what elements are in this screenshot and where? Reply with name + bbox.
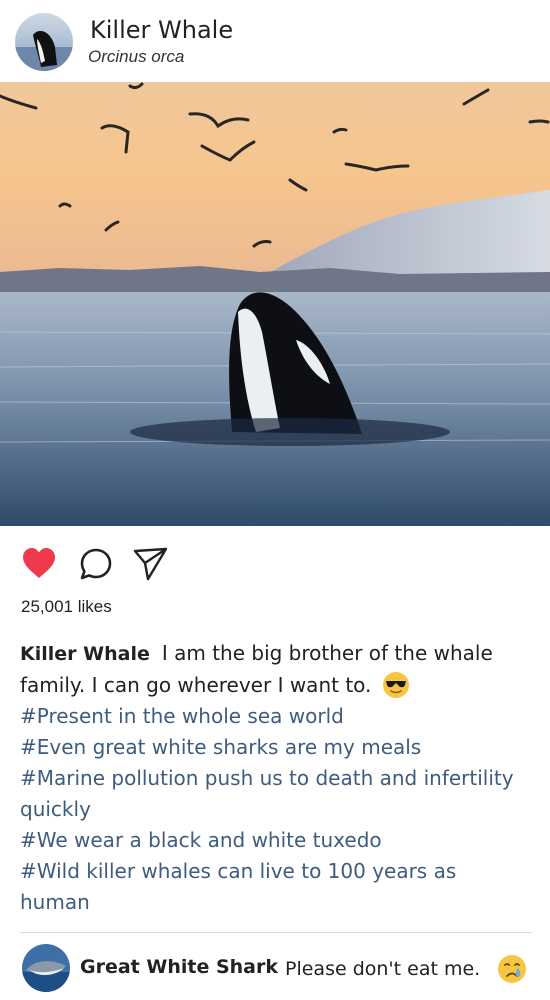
comment-icon[interactable]: [78, 546, 114, 582]
hashtag-link[interactable]: #We wear a black and white tuxedo: [20, 825, 532, 856]
commenter-avatar[interactable]: [22, 944, 70, 992]
likes-count[interactable]: 25,001 likes: [21, 597, 112, 617]
comment-text: Please don't eat me.: [285, 958, 481, 980]
hashtag-list: #Present in the whole sea world #Even gr…: [20, 701, 532, 918]
crying-emoji: [497, 954, 527, 984]
action-bar: [0, 526, 550, 598]
post-header: Killer Whale Orcinus orca: [0, 0, 550, 82]
divider: [20, 932, 532, 933]
post-caption: Killer Whale I am the big brother of the …: [20, 638, 532, 918]
commenter-username[interactable]: Great White Shark: [80, 956, 278, 978]
author-subtitle: Orcinus orca: [88, 47, 185, 66]
caption-username[interactable]: Killer Whale: [20, 643, 150, 665]
author-avatar[interactable]: [15, 13, 73, 71]
hashtag-link[interactable]: #Marine pollution push us to death and i…: [20, 763, 532, 825]
post-photo[interactable]: [0, 82, 550, 526]
heart-icon[interactable]: [21, 546, 57, 582]
sunglasses-emoji: [382, 671, 410, 699]
hashtag-link[interactable]: #Even great white sharks are my meals: [20, 732, 532, 763]
hashtag-link[interactable]: #Wild killer whales can live to 100 year…: [20, 856, 532, 918]
send-icon[interactable]: [132, 546, 168, 582]
comment-row: Great White Shark Please don't eat me.: [0, 940, 550, 996]
hashtag-link[interactable]: #Present in the whole sea world: [20, 701, 532, 732]
author-name[interactable]: Killer Whale: [90, 16, 233, 44]
